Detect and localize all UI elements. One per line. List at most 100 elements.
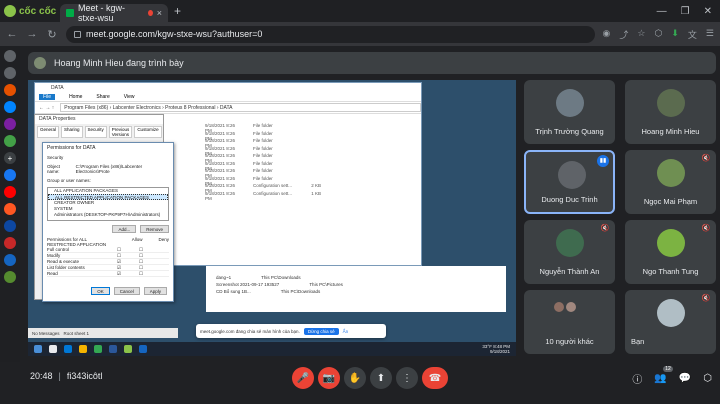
game-icon[interactable] — [4, 135, 16, 147]
tab-previous-versions: Previous Versions — [108, 126, 133, 138]
list-item: 9/18/2021 8:26 PM Configuration sett... 2 … — [205, 183, 321, 193]
restore-button[interactable]: ❐ — [681, 6, 690, 17]
self-tile[interactable]: 🔇 Bạn — [625, 290, 716, 354]
avatar — [556, 229, 584, 257]
participant-tile[interactable]: Trịnh Trường Quang — [524, 80, 615, 144]
participant-name: Ngo Thanh Tung — [642, 267, 699, 276]
list-item: 9/18/2021 8:26 PM File folder — [205, 160, 273, 171]
presenter-text: Hoang Minh Hieu đang trình bày — [54, 58, 184, 68]
avatar — [554, 302, 564, 312]
bookmark-star-icon[interactable]: ☆ — [637, 28, 645, 41]
participant-tile[interactable]: 🔇 Ngo Thanh Tung — [625, 220, 716, 284]
word-icon — [109, 345, 117, 353]
list-item: 9/18/2021 8:26 PM File folder — [205, 168, 273, 178]
presenter-avatar — [34, 57, 46, 69]
participant-name: Nguyễn Thành An — [539, 267, 600, 276]
facebook-icon[interactable] — [4, 169, 16, 181]
download-icon[interactable]: ⬇ — [671, 28, 679, 41]
reload-button[interactable]: ↻ — [46, 28, 58, 41]
share-notice-bar: meet.google.com đang chia sẻ màn hình củ… — [196, 324, 386, 338]
system-tray: 33°F 8:48 PM 9/18/2021 — [482, 344, 516, 354]
list-item: CD Bổ sung 1B... This PC\Downloads — [216, 289, 321, 294]
ribbon-tab-share: Share — [96, 94, 110, 100]
menu-icon[interactable]: ☰ — [706, 28, 714, 41]
calendar-icon[interactable] — [4, 254, 16, 266]
ribbon-tab-home: Home — [69, 94, 83, 100]
others-count-label: 10 người khác — [545, 337, 594, 346]
list-item: 9/18/2021 8:26 PM File folder — [205, 138, 273, 148]
properties-tabs: General Sharing Security Previous Versio… — [35, 124, 163, 140]
participant-name: Trịnh Trường Quang — [535, 127, 604, 136]
tab-close-button[interactable]: × — [157, 8, 162, 18]
camera-permission-icon[interactable]: ◉ — [603, 28, 611, 41]
close-window-button[interactable]: ✕ — [704, 6, 712, 17]
share-icon[interactable]: ⤴ — [619, 28, 628, 41]
back-button[interactable]: ← — [6, 28, 18, 40]
end-call-button[interactable]: ☎ — [422, 367, 448, 389]
raise-hand-button[interactable]: ✋ — [344, 367, 366, 389]
explorer-ribbon: File Home Share View — [35, 93, 421, 102]
list-item: Administrators (DESKTOP-PKP9P7H\Administ… — [54, 212, 161, 217]
properties-title: DATA Properties — [35, 115, 163, 124]
present-button[interactable]: ⬆ — [370, 367, 392, 389]
browser-sidebar: + — [0, 46, 20, 404]
url-text: meet.google.com/kgw-stxe-wsu?authuser=0 — [86, 29, 263, 39]
camera-off-button[interactable]: 📷 — [318, 367, 340, 389]
shopee-icon[interactable] — [4, 203, 16, 215]
folder-icon — [79, 345, 87, 353]
others-tile[interactable]: 10 người khác — [524, 290, 615, 354]
participant-count-badge: 12 — [663, 365, 673, 372]
permissions-table: Permissions for ALL RESTRICTED APPLICATI… — [43, 235, 173, 279]
more-options-button[interactable]: ⋮ — [396, 367, 418, 389]
windows-start-icon — [34, 345, 42, 353]
address-bar-icons: ◉ ⤴ ☆ ⬡ ⬇ 文 ☰ — [603, 28, 714, 41]
chat-button[interactable]: 💬 — [679, 373, 691, 384]
add-icon[interactable]: + — [4, 152, 16, 164]
messenger-icon[interactable] — [4, 101, 16, 113]
translate-icon[interactable]: 文 — [688, 28, 697, 41]
participant-tile-active[interactable]: ▮▮ Duong Duc Trinh — [524, 150, 615, 214]
avatar — [558, 161, 586, 189]
news-icon[interactable] — [4, 220, 16, 232]
participant-name: Duong Duc Trinh — [541, 195, 598, 204]
list-item: 9/18/2021 8:26 PM File folder — [205, 130, 273, 141]
vtv-icon[interactable] — [4, 237, 16, 249]
new-tab-button[interactable]: + — [174, 4, 181, 18]
lock-icon — [74, 30, 81, 38]
add-group-button: Add... — [112, 225, 137, 233]
leaf-icon[interactable] — [4, 271, 16, 283]
browser-tab-meet[interactable]: Meet - kgw-stxe-wsu × — [60, 3, 168, 23]
ribbon-tab-view: View — [123, 94, 135, 100]
url-field[interactable]: meet.google.com/kgw-stxe-wsu?authuser=0 — [66, 25, 595, 43]
clock-icon[interactable] — [4, 67, 16, 79]
minimize-button[interactable]: — — [657, 6, 667, 17]
history-icon[interactable] — [4, 50, 16, 62]
browser-logo[interactable]: cốc cốc — [0, 0, 60, 22]
coccoc-logo-icon — [4, 5, 16, 17]
proteus-sheet: Root sheet 1 — [63, 330, 90, 336]
participant-tile[interactable]: Hoang Minh Hieu — [625, 80, 716, 144]
self-name: Bạn — [631, 337, 645, 346]
permissions-for-label: Permissions for ALL RESTRICTED APPLICATI… — [47, 237, 107, 247]
youtube-icon[interactable] — [4, 186, 16, 198]
people-button[interactable]: 👥 12 — [654, 365, 673, 384]
meeting-details-button[interactable]: ⓘ — [632, 371, 642, 386]
meeting-time: 20:48 — [30, 371, 53, 381]
activities-button[interactable]: ⬡ — [703, 373, 712, 384]
recording-indicator-icon — [147, 10, 153, 16]
explorer-file-list: 9/18/2021 8:26 PM File folder 9/18/2021 8… — [205, 123, 321, 201]
object-name-label: Object name: — [47, 164, 61, 174]
security-label: Security — [47, 155, 64, 160]
crown-icon[interactable] — [4, 84, 16, 96]
tab-sharing: Sharing — [61, 126, 83, 138]
participant-tile[interactable]: 🔇 Ngọc Mai Phạm — [625, 150, 716, 214]
windows-taskbar: 33°F 8:48 PM 9/18/2021 — [28, 342, 516, 356]
participant-tile[interactable]: 🔇 Nguyễn Thành An — [524, 220, 615, 284]
avatar — [556, 89, 584, 117]
messenger-alt-icon[interactable] — [4, 118, 16, 130]
mute-icon: 🔇 — [701, 225, 711, 232]
extension-icon[interactable]: ⬡ — [655, 28, 663, 41]
mute-icon: 🔇 — [701, 295, 711, 302]
forward-button[interactable]: → — [26, 28, 38, 40]
mic-off-button[interactable]: 🎤 — [292, 367, 314, 389]
